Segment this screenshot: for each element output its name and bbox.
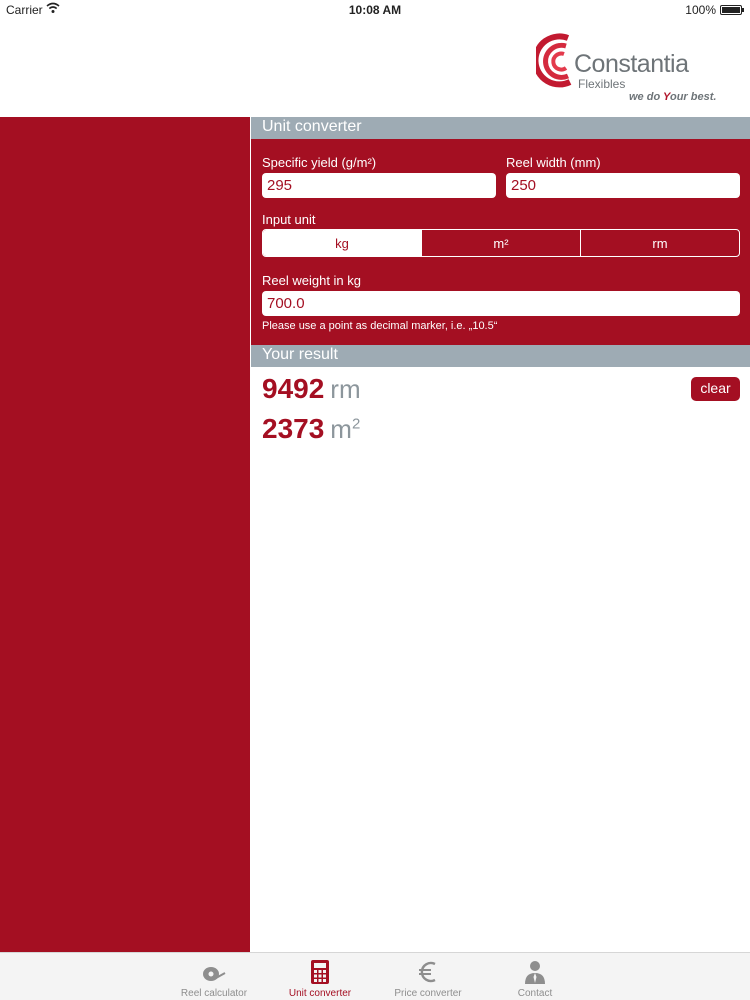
- logo-mark-icon: [536, 33, 572, 88]
- result-m2-row: 2373 m2: [262, 413, 360, 445]
- tab-contact[interactable]: Contact: [485, 953, 585, 1000]
- tab-label: Price converter: [394, 988, 462, 999]
- reel-weight-input[interactable]: 700.0: [262, 291, 740, 316]
- decimal-hint: Please use a point as decimal marker, i.…: [262, 320, 498, 332]
- reel-width-input[interactable]: 250: [506, 173, 740, 198]
- result-m2-value: 2373: [262, 413, 325, 444]
- result-rm-value: 9492: [262, 373, 325, 404]
- specific-yield-input[interactable]: 295: [262, 173, 496, 198]
- clear-button[interactable]: clear: [691, 377, 740, 401]
- reel-weight-label: Reel weight in kg: [262, 273, 361, 288]
- tab-label: Unit converter: [288, 988, 352, 999]
- reel-width-label: Reel width (mm): [506, 155, 601, 170]
- main-content: Unit converter Specific yield (g/m²) 295…: [251, 117, 750, 952]
- status-bar: Carrier 10:08 AM 100%: [0, 0, 750, 20]
- specific-yield-label: Specific yield (g/m²): [262, 155, 377, 170]
- input-unit-segmented-control: kg m² rm: [262, 229, 740, 257]
- tab-price-converter[interactable]: Price converter: [378, 953, 478, 1000]
- logo-subtitle: Flexibles: [578, 77, 626, 91]
- tab-reel-calculator[interactable]: Reel calculator: [164, 953, 264, 1000]
- result-panel: 9492 rm 2373 m2 clear: [251, 367, 750, 507]
- input-unit-label: Input unit: [262, 212, 316, 227]
- person-icon: [525, 961, 545, 984]
- result-rm-unit: rm: [330, 374, 361, 404]
- unit-option-m2[interactable]: m²: [421, 230, 580, 256]
- converter-form: Specific yield (g/m²) 295 Reel width (mm…: [251, 139, 750, 345]
- header: Constantia Flexibles we do Your best.: [0, 20, 750, 117]
- constantia-logo: Constantia Flexibles we do Your best.: [536, 32, 736, 112]
- logo-tagline: we do Your best.: [629, 91, 717, 103]
- battery-icon: [720, 5, 744, 15]
- converter-section-title: Unit converter: [251, 117, 750, 139]
- tab-bar: Reel calculator Unit converter Price con…: [0, 952, 750, 1000]
- left-panel: [0, 117, 250, 952]
- unit-option-rm[interactable]: rm: [580, 230, 739, 256]
- unit-option-kg[interactable]: kg: [263, 230, 421, 256]
- result-section-title: Your result: [251, 345, 750, 367]
- reel-icon: [203, 967, 226, 981]
- result-m2-unit: m2: [330, 414, 361, 444]
- tab-label: Reel calculator: [180, 988, 248, 999]
- logo-name: Constantia: [574, 50, 689, 78]
- calculator-icon: [311, 960, 329, 984]
- battery-percent: 100%: [685, 3, 716, 17]
- clock: 10:08 AM: [348, 3, 402, 17]
- euro-icon: [419, 961, 436, 983]
- tab-label: Contact: [517, 988, 553, 999]
- tab-unit-converter[interactable]: Unit converter: [270, 953, 370, 1000]
- result-rm-row: 9492 rm: [262, 373, 361, 405]
